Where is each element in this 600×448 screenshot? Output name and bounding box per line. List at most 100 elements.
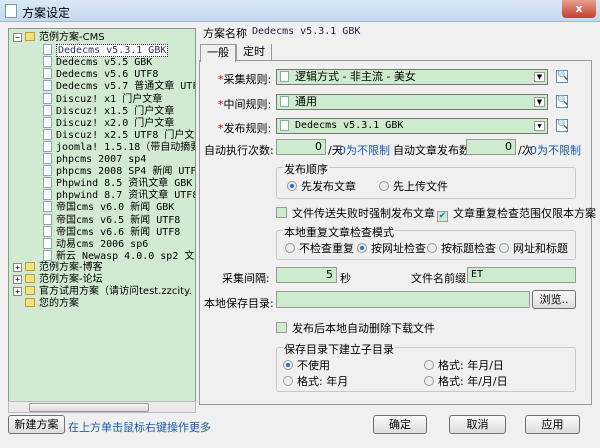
expand-icon[interactable]: + [13,287,22,297]
folder-icon [25,274,35,283]
radio-by-url[interactable]: 按网址检查 [357,240,426,256]
publish-rule-select[interactable]: Dedecms v5.3.1 GBK ▼ [276,118,548,134]
tree-group[interactable]: 您的方案 [13,298,79,310]
tree-group-cms[interactable]: − 范例方案-CMS [13,32,105,44]
tree-item[interactable]: Dedecms v5.3.1 GBK [43,44,169,58]
prefix-input[interactable]: ET [467,267,576,283]
auto-publish-hint: 0为不限制 [530,144,581,157]
radio-label: 格式: 年月 [297,375,349,388]
tree-item[interactable]: Dedecms v5.7 普通文章 UTF8 [43,80,195,92]
radio-subdir-none[interactable]: 不使用 [283,357,330,373]
plan-tree[interactable]: − 范例方案-CMS Dedecms v5.3.1 GBK Dedecms v5.5 … [8,28,196,402]
radio-label: 不使用 [297,359,330,372]
checkbox-icon[interactable] [276,322,287,333]
view-rule-icon[interactable]: 🔍 [556,70,568,83]
radio-icon[interactable] [424,360,434,370]
dropdown-arrow-icon[interactable]: ▼ [534,121,545,131]
radio-url-and-title[interactable]: 网址和标题 [499,240,568,256]
checkmark-icon[interactable]: ✔ [437,211,448,222]
tree-node-label: 范例方案-论坛 [39,274,103,285]
publish-order-title: 发布顺序 [283,161,329,177]
dup-scope-checkbox[interactable]: ✔ 文章重复检查范围仅限本方案 [437,205,596,222]
tree-item[interactable]: 帝国cms v6.6 新闻 UTF8 [43,225,181,238]
close-button[interactable]: x [562,0,596,18]
radio-upload-first[interactable]: 先上传文件 [379,178,448,194]
radio-icon[interactable] [283,376,293,386]
middle-rule-select[interactable]: 通用 ▼ [276,94,548,110]
radio-icon[interactable] [379,181,389,191]
expand-icon[interactable]: + [13,262,22,272]
tree-item[interactable]: joomla! 1.5.18（带自动摘要） [43,140,195,153]
view-rule-icon[interactable]: 🔍 [556,119,568,132]
interval-input[interactable]: 5 [276,267,337,283]
radio-no-check[interactable]: 不检查重复 [285,240,354,256]
view-rule-icon[interactable]: 🔍 [556,95,568,108]
tree-group[interactable]: + 范例方案-论坛 [13,274,103,286]
tree-node-label: Dedecms v5.6 UTF8 [56,69,159,81]
collect-rule-select[interactable]: 逻辑方式 - 非主流 - 美女 ▼ [276,69,548,85]
cancel-button[interactable]: 取消 [449,415,506,434]
tree-node-label: 动易cms 2006 sp6 [56,238,149,250]
publish-rule-label: 发布规则: [223,122,272,135]
apply-button[interactable]: 应用 [525,415,580,434]
tab-schedule[interactable]: 定时 [236,44,272,61]
tab-general[interactable]: 一般 [200,44,236,62]
document-icon [280,96,289,107]
dropdown-arrow-icon[interactable]: ▼ [534,72,545,82]
tree-item[interactable]: phpcms 2008 SP4 新闻 UTF8（2 [43,165,195,177]
tree-node-label: 帝国cms v6.0 新闻 GBK [56,202,175,214]
tree-node-label: phpcms 2007 sp4 [56,154,147,165]
tree-item[interactable]: phpcms 2007 sp4 [43,153,146,165]
tree-node-label: 帝国cms v6.6 新闻 UTF8 [56,226,181,238]
tree-item[interactable]: Discuz! x1 门户文章 [43,92,162,105]
radio-icon[interactable] [287,181,297,191]
tree-group[interactable]: + 范例方案-博客 [13,261,103,274]
radio-icon[interactable] [424,376,434,386]
radio-icon[interactable] [285,243,295,253]
radio-by-title[interactable]: 按标题检查 [427,240,496,256]
auto-publish-input[interactable]: 0 [466,139,516,155]
tree-item[interactable]: 新云 Newasp 4.0.0 sp2 文章模板 [43,249,195,262]
radio-icon[interactable] [357,243,367,253]
tree-node-label: 新云 Newasp 4.0.0 sp2 文章模板 [56,250,195,262]
scrollbar-thumb[interactable] [29,403,149,412]
radio-subdir-y-m-d[interactable]: 格式: 年/月/日 [424,373,508,389]
tree-item[interactable]: Phpwind 8.5 资讯文章 GBK [43,177,192,189]
dropdown-arrow-icon[interactable]: ▼ [534,97,545,107]
auto-delete-checkbox[interactable]: 发布后本地自动删除下载文件 [276,320,435,336]
radio-icon[interactable] [499,243,509,253]
tree-item[interactable]: phpwind 8.7 资讯文章 UTF8 [43,189,195,201]
radio-subdir-ym[interactable]: 格式: 年月 [283,373,348,389]
document-icon [43,237,52,249]
folder-icon [25,286,35,296]
force-publish-checkbox[interactable]: 文件传送失败时强制发布文章 [276,205,435,221]
collapse-icon[interactable]: − [13,33,22,42]
subdir-group: 保存目录下建立子目录 不使用 格式: 年月/日 格式: 年月 格式: 年/月/日 [276,341,576,392]
radio-publish-first[interactable]: 先发布文章 [287,178,356,194]
expand-icon[interactable]: + [13,275,22,284]
tree-node-label: Dedecms v5.5 GBK [56,57,153,69]
checkbox-icon[interactable] [276,207,287,218]
tree-item[interactable]: Discuz! x2.0 门户文章 [43,116,174,129]
new-plan-button[interactable]: 新建方案 [8,415,65,434]
radio-icon[interactable] [427,243,437,253]
ok-button[interactable]: 确定 [373,415,427,434]
tree-item[interactable]: Discuz! x1.5 门户文章 [43,104,174,117]
browse-button[interactable]: 浏览.. [532,290,576,309]
tree-node-label: 范例方案-CMS [39,32,105,43]
save-dir-input[interactable] [276,291,530,308]
tree-item[interactable]: Dedecms v5.6 UTF8 [43,68,158,80]
auto-exec-input[interactable]: 0 [276,139,326,155]
tree-item[interactable]: Discuz! x2.5 UTF8 门户文章 [43,128,195,141]
tree-item[interactable]: 帝国cms v6.5 新闻 UTF8 [43,213,180,226]
dup-mode-title: 本地重复文章检查模式 [283,224,395,240]
tree-horizontal-scrollbar[interactable] [8,401,196,413]
document-icon [43,104,52,116]
tree-item[interactable]: 动易cms 2006 sp6 [43,237,149,250]
tree-item[interactable]: 帝国cms v6.0 新闻 GBK [43,201,174,213]
radio-icon[interactable] [283,360,293,370]
document-icon [43,177,52,189]
radio-subdir-ym-d[interactable]: 格式: 年月/日 [424,357,504,373]
tree-item[interactable]: Dedecms v5.5 GBK [43,56,152,68]
tree-group[interactable]: + 官方试用方案（请访问test.zzcity. [13,286,192,298]
